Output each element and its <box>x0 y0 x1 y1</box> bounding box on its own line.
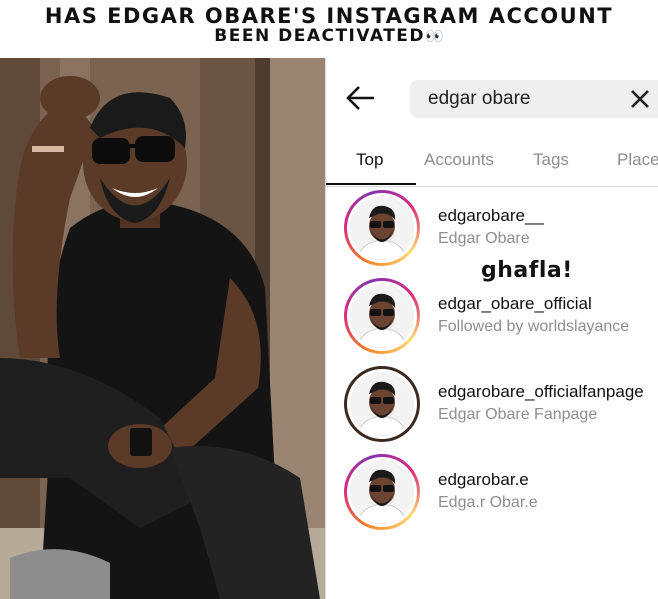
tab-accounts[interactable]: Accounts <box>424 150 494 170</box>
headline-banner: Has Edgar Obare's Instagram account been… <box>0 0 658 58</box>
headline-line-2-text: been deactivated <box>214 26 426 46</box>
result-username: edgar_obare_official <box>438 294 592 313</box>
search-bar <box>410 80 658 118</box>
search-input[interactable] <box>428 80 618 118</box>
search-result-2[interactable]: edgar_obare_official Followed by worldsl… <box>326 278 658 356</box>
headline-line-1: Has Edgar Obare's Instagram account <box>44 4 614 28</box>
result-username: edgarobare_officialfanpage <box>438 382 644 401</box>
avatar-frame <box>347 281 417 351</box>
story-ring <box>344 190 420 266</box>
close-icon[interactable] <box>629 88 651 110</box>
result-subtitle: Edga.r Obar.e <box>438 494 538 511</box>
edgar-obare-photo <box>0 58 325 599</box>
tab-top[interactable]: Top <box>356 150 383 170</box>
story-ring <box>344 278 420 354</box>
headline-line-2: been deactivated👀 <box>0 26 658 46</box>
ghafla-watermark: ghafla! <box>481 258 573 283</box>
result-username: edgarobar.e <box>438 470 529 489</box>
avatar <box>350 460 414 524</box>
tab-tags[interactable]: Tags <box>533 150 569 170</box>
active-tab-indicator <box>326 183 416 185</box>
instagram-search-panel: Top Accounts Tags Places <box>325 58 658 599</box>
search-result-4[interactable]: edgarobar.e Edga.r Obar.e <box>326 454 658 532</box>
result-subtitle: Followed by worldslayance <box>438 318 630 335</box>
result-subtitle: Edgar Obare Fanpage <box>438 406 598 423</box>
avatar <box>350 372 414 436</box>
avatar-frame <box>347 457 417 527</box>
search-tabs: Top Accounts Tags Places <box>326 142 658 187</box>
tabs-clip: Top Accounts Tags Places <box>326 142 658 186</box>
tab-places[interactable]: Places <box>617 150 658 170</box>
avatar-frame <box>347 193 417 263</box>
search-result-3[interactable]: edgarobare_officialfanpage Edgar Obare F… <box>326 366 658 444</box>
story-ring <box>344 366 420 442</box>
avatar <box>350 284 414 348</box>
avatar-frame <box>347 369 417 439</box>
avatar <box>350 196 414 260</box>
story-ring <box>344 454 420 530</box>
arrow-left-icon[interactable] <box>344 84 376 112</box>
result-username: edgarobare__ <box>438 206 544 225</box>
search-result-1[interactable]: edgarobare__ Edgar Obare <box>326 190 658 268</box>
eyes-emoji-icon: 👀 <box>425 27 444 45</box>
result-subtitle: Edgar Obare <box>438 230 530 247</box>
